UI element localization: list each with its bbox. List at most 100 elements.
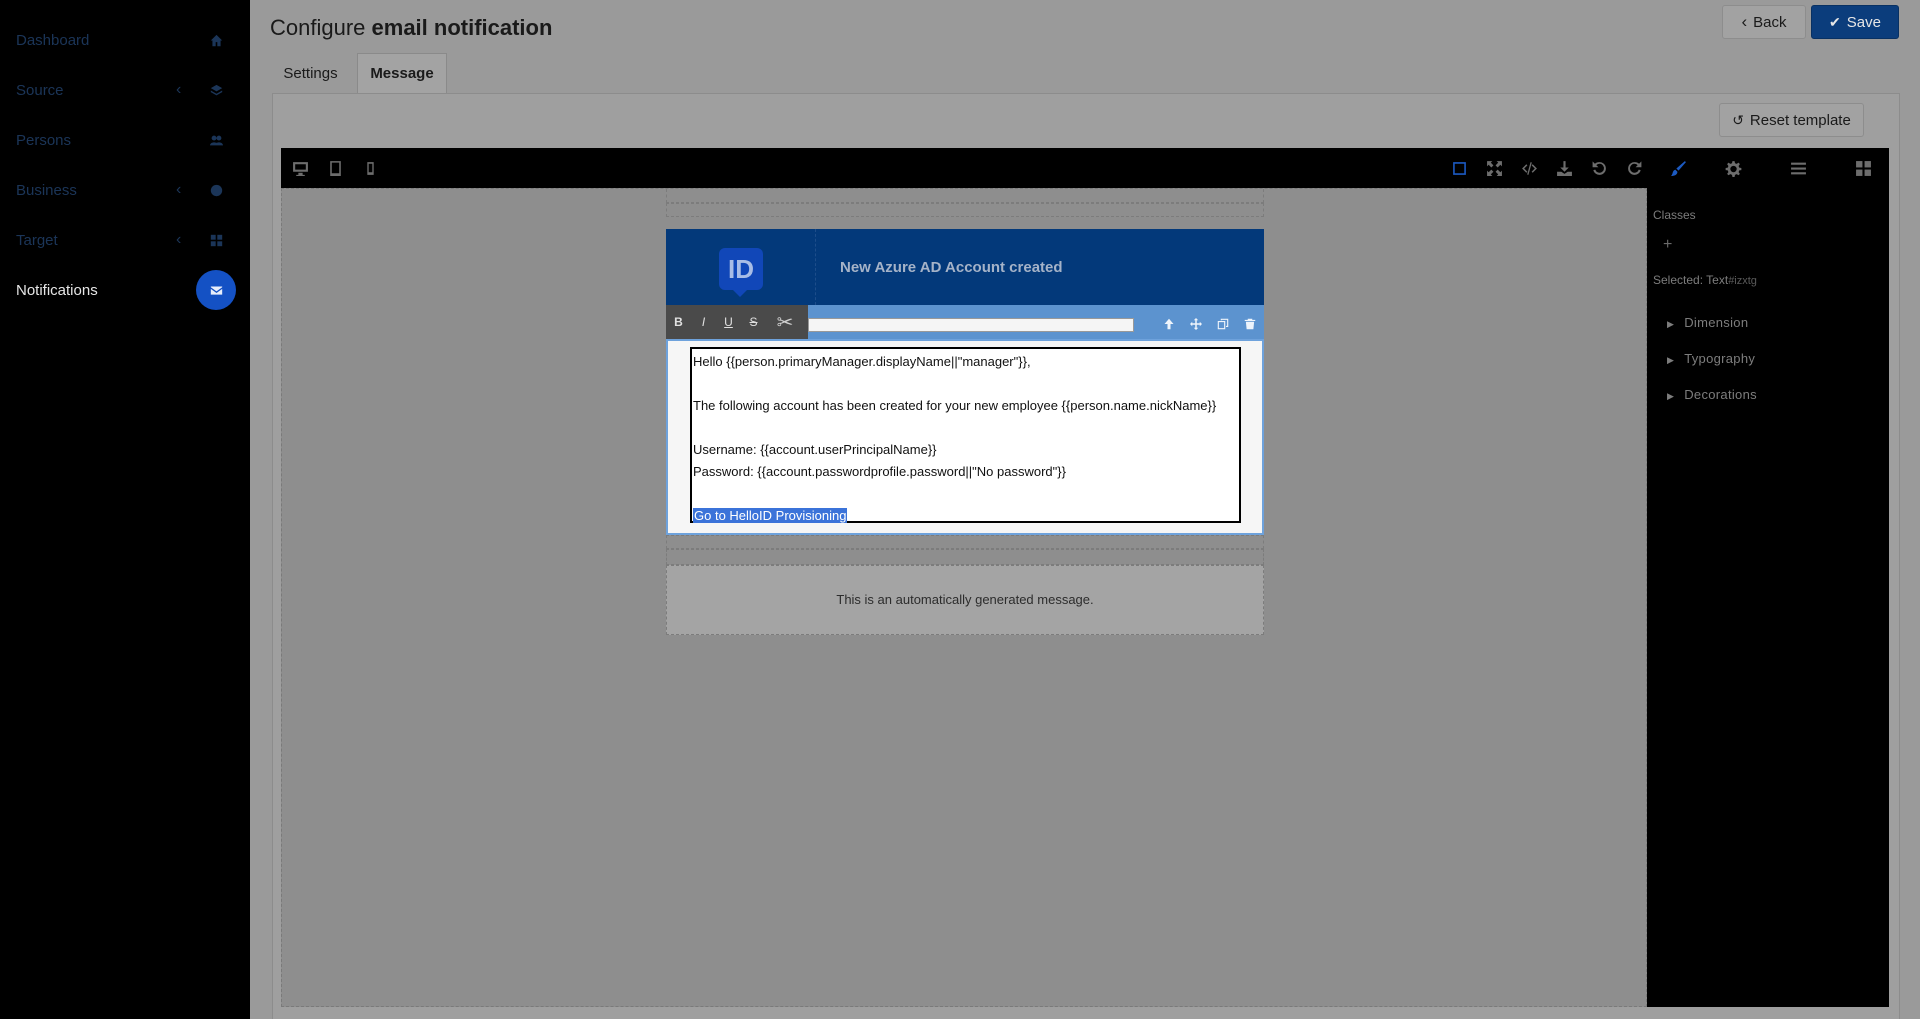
selection-toolbar (808, 305, 1264, 339)
move-icon[interactable] (1186, 315, 1206, 333)
page-title-prefix: Configure (270, 15, 366, 40)
check-icon: ✔ (1829, 13, 1841, 30)
greeting-line[interactable]: Hello {{person.primaryManager.displayNam… (693, 353, 1239, 375)
intro-line[interactable]: The following account has been created f… (693, 397, 1239, 419)
email-header-title[interactable]: New Azure AD Account created (840, 259, 1063, 276)
spacer-block[interactable] (666, 535, 1264, 549)
bold-button[interactable]: B (666, 305, 691, 339)
users-icon (205, 129, 227, 151)
selected-name: Text (1706, 273, 1729, 287)
footer-text[interactable]: This is an automatically generated messa… (667, 592, 1263, 607)
brush-icon[interactable] (1666, 156, 1690, 180)
redo-icon[interactable] (1622, 156, 1646, 180)
envelope-icon (196, 270, 236, 310)
page-title-bold: email notification (371, 15, 553, 40)
classes-label: Classes (1653, 208, 1696, 222)
download-icon[interactable] (1552, 156, 1576, 180)
section-label: Typography (1684, 351, 1756, 366)
spacer-block[interactable] (666, 549, 1264, 565)
arrow-up-icon[interactable] (1159, 315, 1179, 333)
add-class-button[interactable]: + (1663, 236, 1672, 254)
sidebar-item-label: Persons (16, 131, 72, 149)
sidebar-item-label: Dashboard (16, 31, 90, 49)
reset-template-label: Reset template (1749, 111, 1851, 129)
email-body-block[interactable]: Hello {{person.primaryManager.displayNam… (666, 339, 1264, 535)
top-spacer-block[interactable] (666, 189, 1264, 203)
undo-icon: ↺ (1732, 111, 1744, 128)
email-editor: ID New Azure AD Account created B I U S … (281, 148, 1889, 1007)
underline-button[interactable]: U (716, 305, 741, 339)
page-title: Configure email notification (270, 15, 552, 41)
style-manager-panel: Classes + Selected: Text#izxtg ▶ Dimensio… (1647, 188, 1889, 1007)
code-icon[interactable] (1517, 156, 1541, 180)
component-tools (1159, 315, 1260, 333)
editor-canvas[interactable]: ID New Azure AD Account created B I U S … (281, 188, 1647, 1007)
sidebar-item-business[interactable]: Business ‹ (0, 170, 250, 210)
sidebar-item-notifications[interactable]: Notifications (0, 270, 250, 310)
sidebar-item-label: Business (16, 181, 77, 199)
editor-toolbar (281, 148, 1889, 188)
email-text-editor[interactable]: Hello {{person.primaryManager.displayNam… (690, 347, 1241, 523)
rich-text-toolbar: B I U S ✂ (666, 305, 808, 339)
strikethrough-button[interactable]: S (741, 305, 766, 339)
section-label: Decorations (1684, 387, 1757, 402)
sidebar: Dashboard Source ‹ Persons Business ‹ Ta… (0, 0, 250, 1019)
home-icon (205, 29, 227, 51)
mobile-icon[interactable] (358, 156, 382, 180)
sidebar-item-label: Source (16, 81, 64, 99)
decorations-section[interactable]: ▶ Decorations (1667, 387, 1757, 402)
section-label: Dimension (1684, 315, 1749, 330)
chevron-left-icon: ‹ (1741, 12, 1748, 31)
grid-icon (205, 229, 227, 251)
italic-button[interactable]: I (691, 305, 716, 339)
blocks-icon[interactable] (1851, 156, 1875, 180)
selected-id: #izxtg (1728, 275, 1757, 287)
chevron-left-icon: ‹ (176, 81, 182, 98)
sidebar-item-label: Target (16, 231, 58, 249)
outline-icon[interactable] (1447, 156, 1471, 180)
back-button-label: Back (1753, 13, 1787, 31)
save-button[interactable]: ✔ Save (1811, 5, 1899, 39)
component-name-badge (808, 318, 1134, 332)
username-line[interactable]: Username: {{account.userPrincipalName}} (693, 441, 1239, 463)
password-line[interactable]: Password: {{account.passwordprofile.pass… (693, 463, 1239, 485)
menu-icon[interactable] (1786, 156, 1810, 180)
typography-section[interactable]: ▶ Typography (1667, 351, 1755, 366)
fullscreen-icon[interactable] (1482, 156, 1506, 180)
link-icon[interactable]: ✂ (766, 305, 804, 339)
tablet-icon[interactable] (323, 156, 347, 180)
helloid-logo: ID (719, 248, 763, 297)
undo-icon[interactable] (1587, 156, 1611, 180)
chevron-left-icon: ‹ (176, 181, 182, 198)
back-button[interactable]: ‹ Back (1722, 5, 1806, 39)
spacer-block[interactable] (666, 203, 1264, 217)
logo-cell[interactable]: ID (666, 229, 816, 305)
caret-right-icon: ▶ (1667, 319, 1675, 329)
email-header-block[interactable]: ID New Azure AD Account created (666, 229, 1264, 305)
sidebar-item-target[interactable]: Target ‹ (0, 220, 250, 260)
dimension-section[interactable]: ▶ Dimension (1667, 315, 1748, 330)
chevron-left-icon: ‹ (176, 231, 182, 248)
provisioning-link[interactable]: Go to HelloID Provisioning (693, 508, 848, 523)
email-footer-block[interactable]: This is an automatically generated messa… (666, 565, 1264, 635)
tab-message[interactable]: Message (357, 53, 447, 93)
sidebar-item-dashboard[interactable]: Dashboard (0, 20, 250, 60)
caret-right-icon: ▶ (1667, 355, 1675, 365)
link-line[interactable]: Go to HelloID Provisioning (693, 507, 1239, 529)
reset-template-button[interactable]: ↺ Reset template (1719, 103, 1864, 137)
sidebar-item-persons[interactable]: Persons (0, 120, 250, 160)
gear-icon[interactable] (1721, 156, 1745, 180)
selected-component: Selected: Text#izxtg (1653, 273, 1757, 287)
caret-right-icon: ▶ (1667, 391, 1675, 401)
desktop-icon[interactable] (288, 156, 312, 180)
sidebar-item-source[interactable]: Source ‹ (0, 70, 250, 110)
trash-icon[interactable] (1240, 315, 1260, 333)
globe-icon (205, 179, 227, 201)
save-button-label: Save (1846, 13, 1881, 31)
copy-icon[interactable] (1213, 315, 1233, 333)
tab-settings[interactable]: Settings (270, 53, 351, 93)
selected-label: Selected: (1653, 273, 1704, 287)
